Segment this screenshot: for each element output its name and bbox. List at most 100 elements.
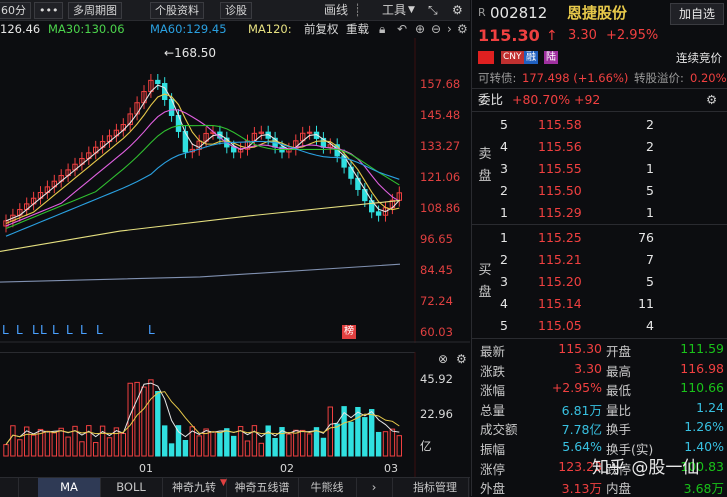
stat-label: 换手 [606, 422, 632, 438]
order-price[interactable]: 115.14 [538, 296, 582, 311]
volume-bar [293, 429, 299, 457]
indicator-gear-icon[interactable]: ⚙ [457, 20, 468, 38]
volume-bar [17, 439, 23, 457]
ma-prefix-value: 126.46 [0, 22, 41, 36]
stock-info-button[interactable]: 个股资料 [150, 2, 204, 19]
hk-connect-badge: 陆 [544, 51, 558, 64]
stat-label: 内盘 [606, 481, 632, 497]
price-axis-label: 96.65 [420, 232, 453, 246]
zoom-out-icon[interactable]: ⊖ [431, 20, 441, 38]
convertible-label: 可转债: [478, 71, 517, 85]
order-price[interactable]: 115.55 [538, 161, 582, 176]
volume-bar [265, 425, 271, 457]
stat-label: 外盘 [480, 481, 506, 497]
l-marker[interactable]: L [52, 323, 59, 337]
drop-icon[interactable]: ┊ [354, 2, 361, 18]
zoom-in-icon[interactable]: ⊕ [415, 20, 425, 38]
period-button[interactable]: 60分 [0, 2, 31, 19]
volume-bar [162, 425, 168, 457]
order-price[interactable]: 115.25 [538, 230, 582, 245]
max-price-value: 168.50 [174, 46, 217, 60]
order-volume: 4 [646, 318, 654, 333]
ma-line [5, 140, 400, 237]
price-change-pct: +2.95% [606, 28, 659, 43]
vol-unit-label: 亿 [420, 439, 432, 453]
tab-ma[interactable]: MA [38, 478, 101, 497]
multi-period-button[interactable]: 多周期图 [68, 2, 122, 19]
indicator-manage-button[interactable]: 指标管理 [402, 478, 469, 497]
indicator-tabs: MA BOLL 神奇九转 神奇五线谱 牛熊线 › 指标管理 ▼ [0, 477, 470, 497]
tab-magic-nine[interactable]: 神奇九转 [162, 478, 227, 497]
order-volume: 1 [646, 205, 654, 220]
quote-panel: R 002812 恩捷股份 加自选 115.30 ↑ 3.30 +2.95% C… [471, 0, 727, 496]
undo-icon[interactable]: ↶ [397, 20, 407, 38]
volume-bar [3, 444, 9, 457]
l-marker[interactable]: L [80, 323, 87, 337]
kline-chart[interactable] [0, 38, 470, 343]
pledge-badge[interactable]: 榜 [342, 325, 356, 339]
order-volume: 2 [646, 139, 654, 154]
candle-body [375, 211, 382, 216]
order-volume: 11 [638, 296, 654, 311]
x-label-02: 02 [280, 462, 294, 475]
tools-button[interactable]: 工具 [382, 2, 406, 18]
order-level: 3 [500, 161, 508, 176]
tabs-next-icon[interactable]: › [356, 478, 393, 497]
stat-value: 3.30 [574, 360, 602, 376]
stat-value: 115.30 [558, 341, 602, 356]
volume-bar [99, 425, 106, 457]
draw-button[interactable]: 画线 [324, 2, 348, 18]
margin-badge: 融 [524, 51, 538, 64]
tab-boll[interactable]: BOLL [100, 478, 163, 497]
stat-label: 振幅 [480, 442, 506, 457]
order-price[interactable]: 115.58 [538, 117, 582, 132]
l-marker[interactable]: L [32, 323, 39, 337]
stat-value: +2.95% [551, 380, 602, 396]
l-marker[interactable]: L [148, 323, 155, 337]
order-level: 2 [500, 252, 508, 267]
volume-ma-line [5, 382, 400, 445]
order-level: 4 [500, 296, 508, 311]
order-volume: 7 [646, 252, 654, 267]
l-marker[interactable]: L [40, 323, 47, 337]
volume-bar [251, 425, 258, 457]
overlay-toggle[interactable]: 重载 [346, 20, 369, 38]
l-marker[interactable]: L [16, 323, 23, 337]
premium-value: 0.20% [690, 71, 727, 85]
add-watchlist-button[interactable]: 加自选 [670, 3, 724, 25]
sell-side-label-2: 盘 [478, 169, 492, 184]
diagnose-button[interactable]: 诊股 [220, 2, 252, 19]
volume-chart[interactable] [0, 352, 470, 477]
tabs-left-icon[interactable] [0, 478, 19, 497]
settings-gear-icon[interactable]: ⚙ [452, 2, 463, 18]
more-button[interactable]: ••• [34, 2, 64, 19]
stat-value: 1.26% [684, 419, 724, 435]
order-price[interactable]: 115.50 [538, 183, 582, 198]
vol-mid-label: 22.96 [420, 407, 453, 421]
stat-label: 最低 [606, 383, 632, 399]
fullscreen-icon[interactable]: ⤡ [428, 2, 438, 18]
volume-bar [272, 438, 278, 457]
quote-gear-icon[interactable]: ⚙ [706, 90, 717, 110]
tab-bull-bear[interactable]: 牛熊线 [298, 478, 357, 497]
order-price[interactable]: 115.20 [538, 274, 582, 289]
price-axis-label: 145.48 [420, 108, 461, 122]
order-price[interactable]: 115.21 [538, 252, 582, 267]
fuquan-toggle[interactable]: 前复权 [304, 20, 339, 38]
tools-caret-icon[interactable]: ▼ [408, 2, 415, 18]
chevron-right-icon[interactable]: › [447, 20, 452, 38]
volume-bar [196, 435, 202, 457]
order-level: 5 [500, 117, 508, 132]
l-marker[interactable]: L [2, 323, 9, 337]
volume-bar [320, 437, 327, 457]
l-marker[interactable]: L [66, 323, 73, 337]
l-marker[interactable]: L [96, 323, 103, 337]
order-price[interactable]: 115.05 [538, 318, 582, 333]
price-axis-label: 72.24 [420, 294, 453, 308]
order-volume: 1 [646, 161, 654, 176]
order-price[interactable]: 115.56 [538, 139, 582, 154]
lock-icon[interactable]: 🔒︎ [379, 20, 385, 38]
order-price[interactable]: 115.29 [538, 205, 582, 220]
convertible-value[interactable]: 177.498 (+1.66%) [522, 69, 628, 87]
tab-magic-five[interactable]: 神奇五线谱 [226, 478, 299, 497]
